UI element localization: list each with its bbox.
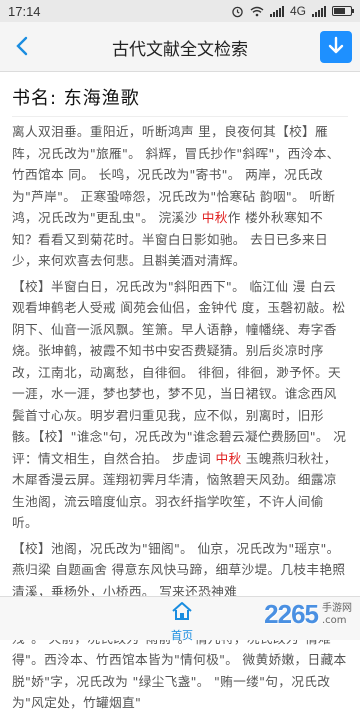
download-icon bbox=[328, 36, 344, 54]
nav-home[interactable]: 首页 bbox=[162, 601, 202, 643]
signal-icon bbox=[269, 5, 284, 17]
highlighted-keyword: 中秋 bbox=[215, 450, 242, 466]
book-title: 书名: 东海渔歌 bbox=[12, 82, 348, 117]
top-header: 古代文献全文检索 bbox=[0, 22, 360, 72]
status-time: 17:14 bbox=[8, 3, 41, 19]
watermark-text: 手游网 .com bbox=[322, 603, 352, 627]
highlighted-keyword: 中秋 bbox=[201, 210, 228, 225]
paragraph: 【校】半窗白日，况氏改为"斜阳西下"。 临江仙 漫 白云观看坤鹤老人受戒 阆苑会… bbox=[12, 276, 348, 534]
watermark-site-name: 手游网 bbox=[322, 602, 352, 614]
paragraph: 【校】池阁，况氏改为"钿阁"。 仙京，况氏改为"瑶京"。 燕归梁 自题画舍 得意… bbox=[12, 538, 348, 603]
home-icon bbox=[172, 602, 192, 620]
paragraph: 离人双泪垂。重阳近，听断鸿声 里，良夜何其【校】雁阵，况氏改为"旅雁"。 斜辉，… bbox=[12, 121, 348, 272]
wifi-icon bbox=[250, 6, 264, 16]
paragraph-text: 【校】池阁，况氏改为"钿阁"。 仙京，况氏改为"瑶京"。 燕归梁 自题画舍 得意… bbox=[12, 540, 346, 599]
alarm-icon bbox=[232, 6, 243, 17]
site-watermark: 2265 手游网 .com bbox=[264, 599, 352, 630]
paragraph-text: 【校】半窗白日，况氏改为"斜阳西下"。 临江仙 漫 白云观看坤鹤老人受戒 阆苑会… bbox=[12, 278, 347, 466]
watermark-suffix: .com bbox=[322, 614, 347, 626]
network-type: 4G bbox=[289, 4, 306, 18]
status-icons: 4G bbox=[231, 4, 354, 18]
watermark-number: 2265 bbox=[264, 599, 319, 629]
page-title: 古代文献全文检索 bbox=[112, 40, 248, 60]
signal-icon-2 bbox=[312, 5, 326, 17]
download-button[interactable] bbox=[320, 31, 352, 63]
nav-home-label: 首页 bbox=[171, 629, 193, 642]
battery-icon bbox=[332, 6, 354, 16]
status-bar: 17:14 4G bbox=[0, 0, 360, 22]
